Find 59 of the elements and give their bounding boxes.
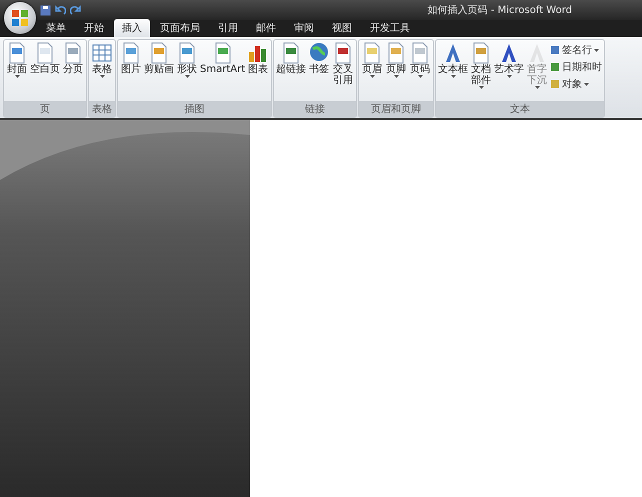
caret-icon [506,75,512,78]
caret-icon [184,75,190,78]
ribbon-button[interactable]: 空白页 [29,41,61,101]
ribbon-tab[interactable]: 页面布局 [152,19,208,37]
group-label: 表格 [89,101,115,117]
ribbon-button[interactable]: 页眉 [360,41,384,101]
ribbon-small-button[interactable]: 签名行 [550,43,602,57]
ribbon-button[interactable]: 表格 [90,41,114,101]
caret-icon [450,75,456,78]
group-label: 插图 [118,101,272,117]
caret-icon [370,75,375,78]
ribbon-button[interactable]: 交叉引用 [331,41,356,101]
caret-icon [478,86,484,89]
ribbon-small-button[interactable]: 日期和时 [550,60,602,74]
caret-icon [418,75,423,78]
ribbon-button[interactable]: 形状 [175,41,199,101]
ribbon-button[interactable]: 书签 [307,41,332,101]
group-label: 页眉和页脚 [359,101,434,117]
ribbon-button[interactable]: 图片 [119,41,143,101]
ribbon-tab[interactable]: 引用 [210,19,246,37]
ribbon-tab[interactable]: 审阅 [286,19,322,37]
ribbon-tab[interactable]: 邮件 [248,19,284,37]
caret-icon [394,75,399,78]
small-icon [550,62,560,72]
ribbon-button[interactable]: 剪贴画 [143,41,175,101]
group-label: 页 [4,101,86,117]
ribbon-button[interactable]: 封面 [5,41,29,101]
ribbon-tab[interactable]: 开始 [76,19,112,37]
redo-icon[interactable] [70,4,81,16]
globe-icon [308,42,330,64]
ribbon-button[interactable]: 超链接 [275,41,308,101]
caret-icon [594,48,600,52]
small-icon [550,79,560,89]
ribbon-button[interactable]: 页脚 [384,41,408,101]
ribbon-button[interactable]: 艺术字 [493,41,526,101]
group-label: 文本 [436,101,604,117]
ribbon-tab[interactable]: 菜单 [38,19,74,37]
small-icon [550,45,560,55]
caret-icon [100,75,104,78]
ribbon-tab[interactable]: 插入 [114,19,150,37]
ribbon-button[interactable]: 页码 [408,41,432,101]
ribbon-small-button[interactable]: 对象 [550,77,602,91]
group-label: 链接 [274,101,356,117]
office-button[interactable] [4,2,36,34]
ribbon-button[interactable]: 分页 [61,41,85,101]
ribbon-button[interactable]: SmartArt [199,41,246,101]
logo-icon [11,9,29,27]
save-icon[interactable] [40,4,51,16]
ribbon-tab[interactable]: 视图 [324,19,360,37]
undo-icon[interactable] [55,4,66,16]
ribbon-button[interactable]: 文本框 [437,41,470,101]
window-title: 如何插入页码 - Microsoft Word [428,4,572,17]
ribbon-tab[interactable]: 开发工具 [362,19,418,37]
caret-icon [14,75,20,78]
ribbon-button[interactable]: 图表 [246,41,270,101]
ribbon-button[interactable]: 文档部件 [469,41,494,101]
caret-icon [584,82,590,86]
table-icon [91,42,113,64]
caret-icon [534,86,540,89]
